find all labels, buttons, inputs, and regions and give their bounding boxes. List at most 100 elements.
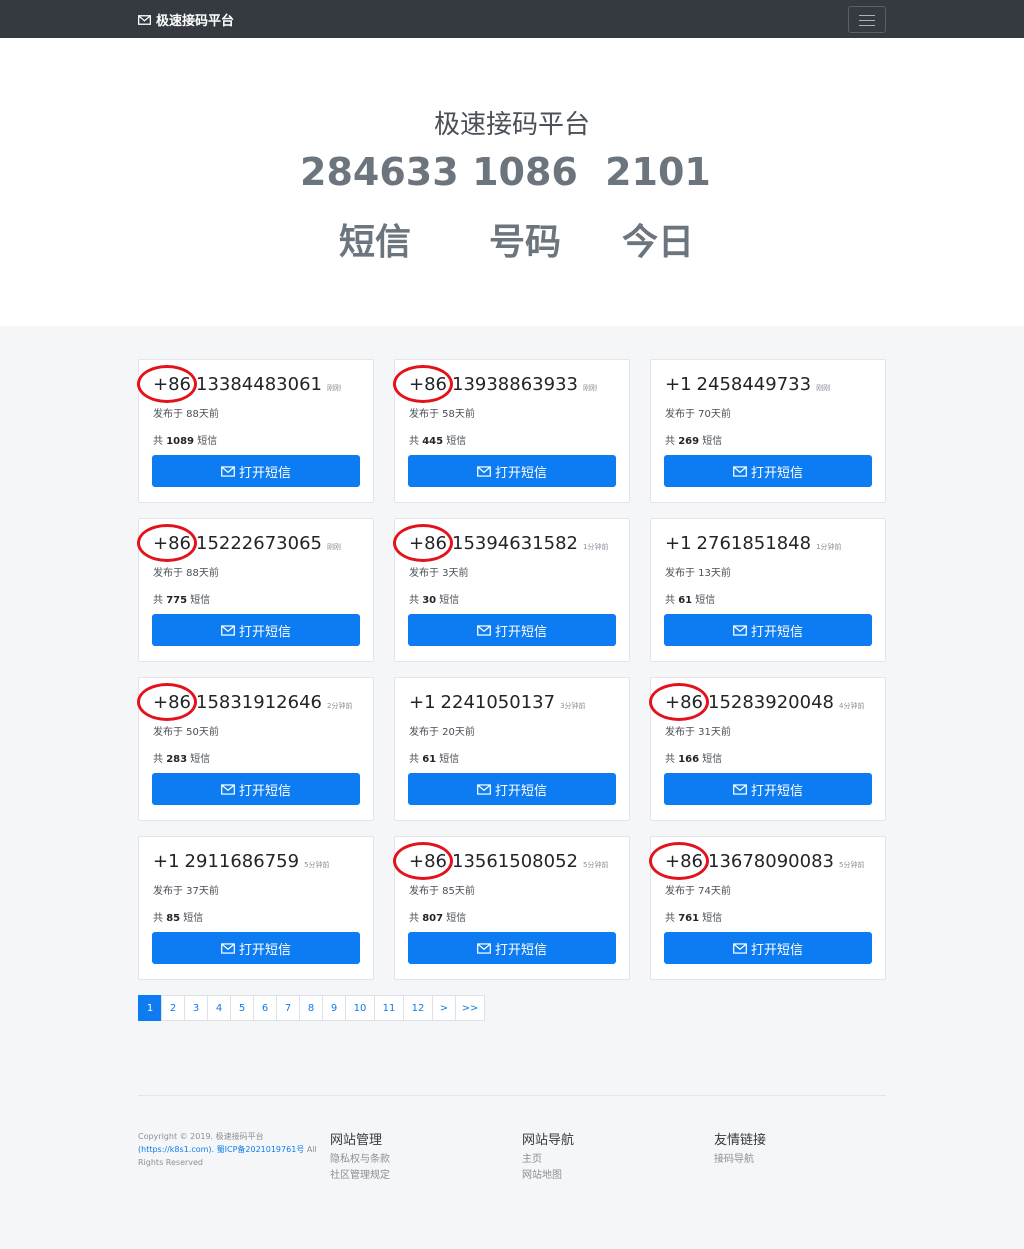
phone-card: +86 13384483061 刚刚 发布于 88天前 共 1089 短信 打开…: [137, 359, 374, 503]
menu-toggle-button[interactable]: [848, 6, 886, 33]
number-text: 15394631582: [452, 533, 578, 554]
footer-link-code-nav[interactable]: 接码导航: [714, 1152, 766, 1168]
page-link-14[interactable]: >>: [455, 995, 485, 1021]
posted-date: 发布于 88天前: [153, 568, 219, 579]
highlight-circle: [137, 365, 197, 403]
number-text: 2241050137: [440, 692, 556, 713]
posted-date: 发布于 31天前: [665, 727, 731, 738]
icp-link[interactable]: 蜀ICP备2021019761号: [217, 1145, 305, 1154]
page-link-5[interactable]: 5: [230, 995, 254, 1021]
envelope-icon: [733, 783, 747, 795]
sms-total: 共 61 短信: [409, 754, 460, 765]
hamburger-icon: [859, 15, 875, 16]
open-sms-button[interactable]: 打开短信: [664, 932, 872, 964]
sms-total: 共 166 短信: [665, 754, 723, 765]
open-sms-button[interactable]: 打开短信: [408, 773, 616, 805]
posted-date: 发布于 88天前: [153, 409, 219, 420]
posted-date: 发布于 70天前: [665, 409, 731, 420]
envelope-icon: [733, 465, 747, 477]
phone-card: +1 2911686759 5分钟前 发布于 37天前 共 85 短信 打开短信: [138, 836, 374, 980]
page-link-6[interactable]: 6: [253, 995, 277, 1021]
open-sms-button[interactable]: 打开短信: [152, 614, 360, 646]
page-link-12[interactable]: 12: [403, 995, 433, 1021]
number-text: 13561508052: [452, 851, 578, 872]
country-code: +86: [649, 683, 709, 721]
country-code: +1: [409, 692, 436, 713]
posted-date: 发布于 74天前: [665, 886, 731, 897]
footer-link-sitemap[interactable]: 网站地图: [522, 1168, 574, 1184]
envelope-icon: [733, 942, 747, 954]
phone-card: +1 2458449733 刚刚 发布于 70天前 共 269 短信 打开短信: [650, 359, 886, 503]
number-text: 13384483061: [196, 374, 322, 395]
open-sms-button[interactable]: 打开短信: [408, 932, 616, 964]
time-ago: 4分钟前: [838, 702, 865, 710]
open-sms-button[interactable]: 打开短信: [152, 455, 360, 487]
phone-number[interactable]: +86 15831912646 2分钟前: [137, 683, 352, 721]
phone-card: +86 13561508052 5分钟前 发布于 85天前 共 807 短信 打…: [393, 836, 630, 980]
phone-number[interactable]: +1 2241050137 3分钟前: [409, 692, 586, 713]
sms-total: 共 269 短信: [665, 436, 723, 447]
open-sms-button[interactable]: 打开短信: [152, 773, 360, 805]
footer-link-community-rules[interactable]: 社区管理规定: [330, 1168, 390, 1184]
phone-number[interactable]: +86 15394631582 1分钟前: [393, 524, 608, 562]
page-link-8[interactable]: 8: [299, 995, 323, 1021]
number-text: 2458449733: [696, 374, 812, 395]
footer-heading: 网站管理: [330, 1133, 383, 1148]
phone-number[interactable]: +86 13561508052 5分钟前: [393, 842, 608, 880]
site-url-link[interactable]: (https://k8s1.com).: [138, 1145, 214, 1154]
hero-title: 极速接码平台: [433, 110, 590, 140]
open-sms-button[interactable]: 打开短信: [408, 455, 616, 487]
brand-link[interactable]: 极速接码平台: [138, 10, 234, 29]
time-ago: 刚刚: [582, 384, 597, 392]
sms-count: 269: [678, 436, 700, 447]
sms-count: 61: [422, 754, 437, 765]
highlight-circle: [649, 842, 709, 880]
phone-number[interactable]: +86 15222673065 刚刚: [137, 524, 341, 562]
sms-total: 共 1089 短信: [153, 436, 218, 447]
footer-link-privacy[interactable]: 隐私权与条款: [330, 1152, 390, 1168]
open-sms-button[interactable]: 打开短信: [152, 932, 360, 964]
posted-date: 发布于 50天前: [153, 727, 219, 738]
page-link-9[interactable]: 9: [322, 995, 346, 1021]
open-sms-button[interactable]: 打开短信: [664, 614, 872, 646]
brand-text: 极速接码平台: [156, 14, 235, 29]
footer-heading: 友情链接: [714, 1133, 767, 1148]
footer-link-home[interactable]: 主页: [522, 1152, 574, 1168]
phone-number[interactable]: +1 2911686759 5分钟前: [153, 851, 330, 872]
open-sms-button[interactable]: 打开短信: [664, 455, 872, 487]
page-link-7[interactable]: 7: [276, 995, 300, 1021]
country-code: +86: [393, 524, 453, 562]
time-ago: 5分钟前: [304, 861, 330, 869]
open-sms-button[interactable]: 打开短信: [664, 773, 872, 805]
phone-number[interactable]: +86 13384483061 刚刚: [137, 365, 341, 403]
sms-total: 共 283 短信: [153, 754, 211, 765]
country-code: +86: [393, 842, 453, 880]
country-code: +86: [137, 365, 197, 403]
page-link-11[interactable]: 11: [374, 995, 404, 1021]
highlight-circle: [393, 365, 453, 403]
sms-total: 共 30 短信: [409, 595, 460, 606]
footer-col-site-nav: 网站导航 主页 网站地图: [522, 1129, 574, 1184]
sms-total: 共 85 短信: [153, 913, 204, 924]
envelope-icon: [221, 465, 235, 477]
phone-number[interactable]: +86 13938863933 刚刚: [393, 365, 597, 403]
stat-today-label: 今日: [621, 222, 694, 263]
time-ago: 3分钟前: [560, 702, 586, 710]
page-link-4[interactable]: 4: [207, 995, 231, 1021]
open-sms-button[interactable]: 打开短信: [408, 614, 616, 646]
phone-number[interactable]: +1 2458449733 刚刚: [665, 374, 830, 395]
envelope-icon: [138, 14, 151, 25]
number-text: 2911686759: [184, 851, 300, 872]
page-link-3[interactable]: 3: [184, 995, 208, 1021]
page-link-10[interactable]: 10: [345, 995, 375, 1021]
page-link-13[interactable]: >: [432, 995, 456, 1021]
highlight-circle: [137, 524, 197, 562]
number-text: 2761851848: [696, 533, 812, 554]
page-link-1[interactable]: 1: [138, 995, 162, 1021]
phone-number[interactable]: +86 15283920048 4分钟前: [649, 683, 865, 721]
phone-number[interactable]: +86 13678090083 5分钟前: [649, 842, 864, 880]
page-link-2[interactable]: 2: [161, 995, 185, 1021]
number-text: 15283920048: [708, 692, 834, 713]
phone-number[interactable]: +1 2761851848 1分钟前: [665, 533, 842, 554]
navbar: 极速接码平台: [0, 0, 1024, 38]
